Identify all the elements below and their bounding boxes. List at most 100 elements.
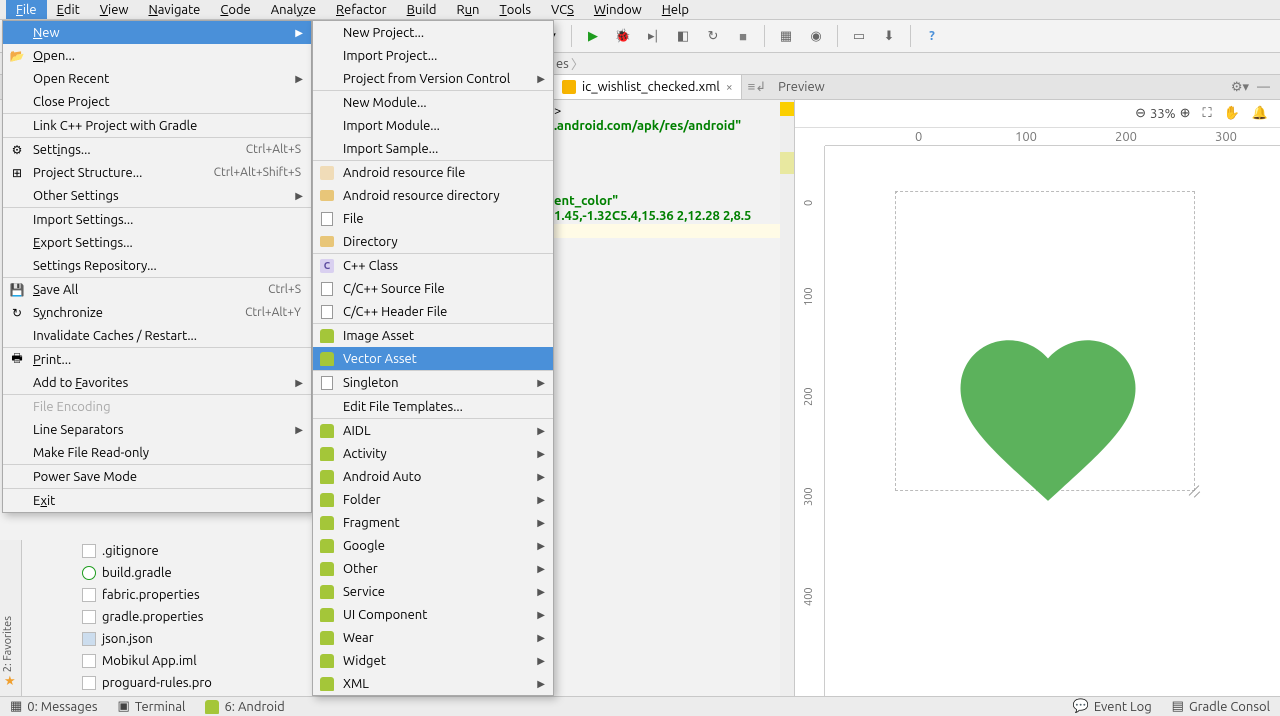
filebox-icon <box>319 375 335 391</box>
sync-icon[interactable]: ◉ <box>807 27 825 45</box>
new-menu-item[interactable]: New Module... <box>313 91 553 114</box>
menu-refactor[interactable]: Refactor <box>326 0 397 19</box>
new-menu-item[interactable]: Import Module... <box>313 114 553 137</box>
new-menu-item[interactable]: Project from Version Control▶ <box>313 67 553 90</box>
zoom-fit-icon[interactable]: ⛶ <box>1203 106 1212 121</box>
new-menu-item[interactable]: Singleton▶ <box>313 371 553 394</box>
file-menu-item[interactable]: ⚙Settings...Ctrl+Alt+S <box>3 138 311 161</box>
file-menu-item[interactable]: ↻SynchronizeCtrl+Alt+Y <box>3 301 311 324</box>
file-menu-item[interactable]: 🖶Print... <box>3 348 311 371</box>
file-menu-item[interactable]: ⊞Project Structure...Ctrl+Alt+Shift+S <box>3 161 311 184</box>
gear-icon[interactable]: ⚙▾ <box>1231 80 1249 95</box>
new-menu-item[interactable]: Android Auto▶ <box>313 465 553 488</box>
code-editor[interactable]: > .android.com/apk/res/android" ent_colo… <box>554 100 780 239</box>
run-icon[interactable]: ▶ <box>584 27 602 45</box>
new-menu-item[interactable]: Android resource file <box>313 161 553 184</box>
new-menu-item[interactable]: Vector Asset <box>313 347 553 370</box>
menu-analyze[interactable]: Analyze <box>261 0 326 19</box>
menu-edit[interactable]: Edit <box>47 0 90 19</box>
file-menu-item[interactable]: Make File Read-only <box>3 441 311 464</box>
soft-wrap-icon[interactable]: ≡↲ <box>748 79 766 95</box>
file-menu-item[interactable]: Close Project <box>3 90 311 113</box>
file-menu-item[interactable]: Open Recent▶ <box>3 67 311 90</box>
new-menu-item[interactable]: Folder▶ <box>313 488 553 511</box>
new-menu-item[interactable]: Wear▶ <box>313 626 553 649</box>
attach-debugger-icon[interactable]: ▸| <box>644 27 662 45</box>
coverage-icon[interactable]: ◧ <box>674 27 692 45</box>
file-menu-item[interactable]: Import Settings... <box>3 208 311 231</box>
new-menu-item[interactable]: Activity▶ <box>313 442 553 465</box>
menu-vcs[interactable]: VCS <box>541 0 584 19</box>
cbox-icon: C <box>319 258 335 274</box>
file-menu-item[interactable]: 📂Open... <box>3 44 311 67</box>
stop-icon[interactable]: ■ <box>734 27 752 45</box>
file-menu-item[interactable]: Invalidate Caches / Restart... <box>3 324 311 347</box>
pan-icon[interactable]: ✋ <box>1224 106 1240 121</box>
preview-label[interactable]: Preview <box>778 80 825 94</box>
breadcrumb-segment[interactable]: es <box>556 57 569 71</box>
file-menu-item[interactable]: New▶ <box>3 21 311 44</box>
zoom-in-icon[interactable]: ⊕ <box>1180 106 1191 121</box>
file-menu-item[interactable]: Export Settings... <box>3 231 311 254</box>
terminal-tool-button[interactable]: ▣Terminal <box>118 699 186 714</box>
notifications-icon[interactable]: 🔔 <box>1252 106 1268 121</box>
menu-tools[interactable]: Tools <box>489 0 541 19</box>
menu-help[interactable]: Help <box>652 0 699 19</box>
new-menu-item[interactable]: C/C++ Source File <box>313 277 553 300</box>
avd-manager-icon[interactable]: ▭ <box>850 27 868 45</box>
new-menu-item[interactable]: Android resource directory <box>313 184 553 207</box>
gradle-console-button[interactable]: ▤Gradle Consol <box>1172 699 1270 714</box>
new-menu-item[interactable]: File <box>313 207 553 230</box>
file-menu-item[interactable]: Add to Favorites▶ <box>3 371 311 394</box>
zoom-out-icon[interactable]: ⊖ <box>1135 106 1146 121</box>
profile-icon[interactable]: ↻ <box>704 27 722 45</box>
preview-canvas[interactable]: 0 100 200 300 0 100 200 300 400 <box>795 128 1280 696</box>
event-log-button[interactable]: 💬Event Log <box>1073 699 1152 714</box>
new-menu-item[interactable]: Google▶ <box>313 534 553 557</box>
new-menu-item[interactable]: Widget▶ <box>313 649 553 672</box>
new-menu-item[interactable]: Import Project... <box>313 44 553 67</box>
resize-handle[interactable] <box>1187 483 1201 497</box>
new-menu-item[interactable]: CC++ Class <box>313 254 553 277</box>
file-menu-item[interactable]: Other Settings▶ <box>3 184 311 207</box>
favorites-tool-button[interactable]: 2: Favorites <box>2 616 14 672</box>
file-menu-item[interactable]: Exit <box>3 489 311 512</box>
menu-run[interactable]: Run <box>446 0 489 19</box>
file-menu-item[interactable]: 💾Save AllCtrl+S <box>3 278 311 301</box>
new-menu-item[interactable]: C/C++ Header File <box>313 300 553 323</box>
editor-tab[interactable]: ic_wishlist_checked.xml × <box>554 75 742 99</box>
menu-window[interactable]: Window <box>584 0 652 19</box>
new-menu-item[interactable]: AIDL▶ <box>313 419 553 442</box>
new-menu-item[interactable]: New Project... <box>313 21 553 44</box>
new-menu-item[interactable]: XML▶ <box>313 672 553 695</box>
gutter-warning-marker[interactable] <box>780 102 794 116</box>
android-tool-button[interactable]: 6: Android <box>205 700 284 714</box>
new-menu-item[interactable]: Directory <box>313 230 553 253</box>
new-menu-item[interactable]: Image Asset <box>313 324 553 347</box>
menu-file[interactable]: File <box>6 0 47 19</box>
layout-inspector-icon[interactable]: ▦ <box>777 27 795 45</box>
sdk-manager-icon[interactable]: ⬇ <box>880 27 898 45</box>
file-menu-item[interactable]: Link C++ Project with Gradle <box>3 114 311 137</box>
new-menu-item[interactable]: UI Component▶ <box>313 603 553 626</box>
close-icon[interactable]: × <box>726 81 733 94</box>
file-menu-item[interactable]: Settings Repository... <box>3 254 311 277</box>
file-menu-item[interactable]: Power Save Mode <box>3 465 311 488</box>
menu-view[interactable]: View <box>90 0 139 19</box>
hide-icon[interactable]: — <box>1257 80 1270 94</box>
menu-build[interactable]: Build <box>397 0 447 19</box>
project-tree[interactable]: .gitignore build.gradle fabric.propertie… <box>28 540 258 716</box>
debug-icon[interactable]: 🐞 <box>614 27 632 45</box>
new-menu-item[interactable]: Service▶ <box>313 580 553 603</box>
messages-tool-button[interactable]: ▦0: Messages <box>10 699 98 714</box>
gutter-highlight-marker[interactable] <box>780 152 794 174</box>
help-icon[interactable]: ? <box>923 27 941 45</box>
android-icon <box>319 328 335 344</box>
new-menu-item[interactable]: Fragment▶ <box>313 511 553 534</box>
new-menu-item[interactable]: Other▶ <box>313 557 553 580</box>
new-menu-item[interactable]: Edit File Templates... <box>313 395 553 418</box>
new-menu-item[interactable]: Import Sample... <box>313 137 553 160</box>
file-menu-item[interactable]: Line Separators▶ <box>3 418 311 441</box>
menu-navigate[interactable]: Navigate <box>138 0 210 19</box>
menu-code[interactable]: Code <box>210 0 260 19</box>
